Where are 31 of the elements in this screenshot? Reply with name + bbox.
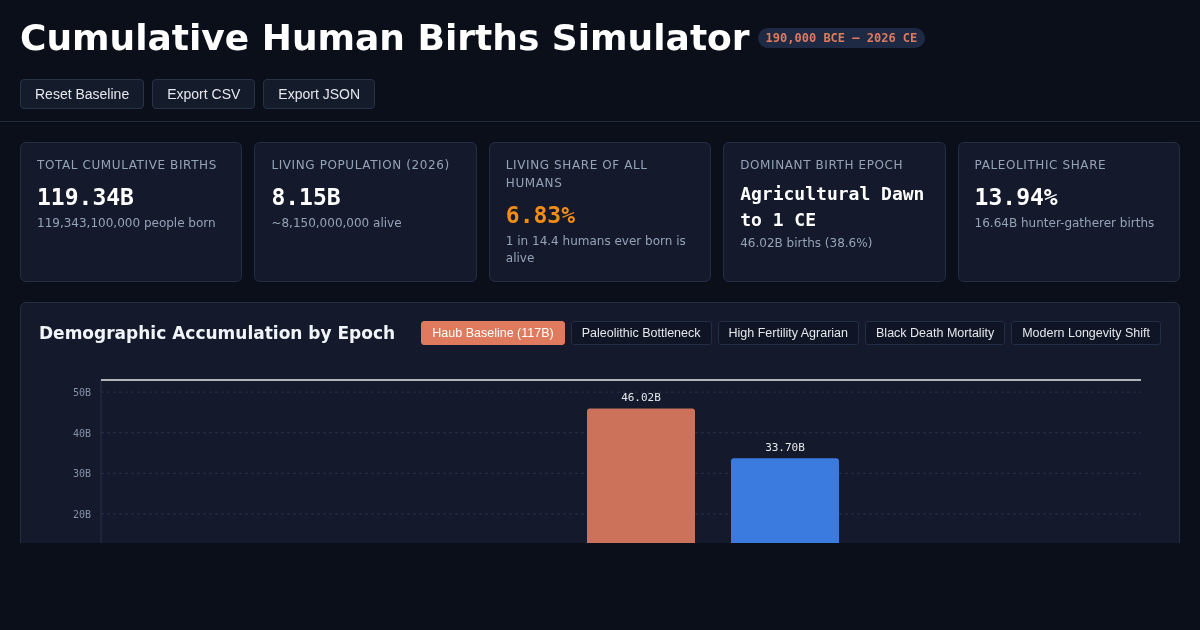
stat-detail: ~8,150,000,000 alive <box>271 215 403 232</box>
stat-detail: 1 in 14.4 humans ever born is alive <box>505 233 687 267</box>
scenario-tab[interactable]: Modern Longevity Shift <box>1011 321 1161 345</box>
toolbar-button[interactable]: Reset Baseline <box>20 79 145 109</box>
page-title: Cumulative Human Births Simulator <box>20 16 750 60</box>
stat-label: DOMINANT BIRTH EPOCH <box>740 157 905 174</box>
stat-value: 119.34B <box>37 183 135 212</box>
stat-detail: 119,343,100,000 people born <box>37 215 217 232</box>
stat-detail: 46.02B births (38.6%) <box>740 235 874 252</box>
bar-value-label: 33.70B <box>765 441 805 455</box>
chart-title: Demographic Accumulation by Epoch <box>39 323 396 343</box>
stat-value: 13.94% <box>974 183 1059 212</box>
stat-value: Agricultural Dawn to 1 CE <box>740 182 926 232</box>
toolbar-button[interactable]: Export JSON <box>263 79 375 109</box>
stat-detail: 16.64B hunter-gatherer births <box>974 215 1156 232</box>
stat-value: 6.83% <box>505 201 577 230</box>
axis-tick-label: 50B <box>72 387 91 399</box>
stat-label: LIVING SHARE OF ALL HUMANS <box>505 157 649 192</box>
axis-tick-label: 40B <box>72 427 91 439</box>
stat-value: 8.15B <box>271 183 342 212</box>
scenario-tab[interactable]: Paleolithic Bottleneck <box>570 321 712 345</box>
scenario-tab[interactable]: Black Death Mortality <box>865 321 1006 345</box>
axis-tick-label: 30B <box>72 468 91 480</box>
date-range-badge: 190,000 BCE – 2026 CE <box>757 28 926 48</box>
axis-tick-label: 20B <box>72 508 91 520</box>
toolbar-button[interactable]: Export CSV <box>152 79 256 109</box>
stat-label: LIVING POPULATION (2026) <box>271 157 451 174</box>
stat-label: PALEOLITHIC SHARE <box>974 157 1108 174</box>
stat-label: TOTAL CUMULATIVE BIRTHS <box>37 157 218 174</box>
bar-value-label: 46.02B <box>621 391 661 405</box>
scenario-tab[interactable]: High Fertility Agrarian <box>717 321 860 345</box>
